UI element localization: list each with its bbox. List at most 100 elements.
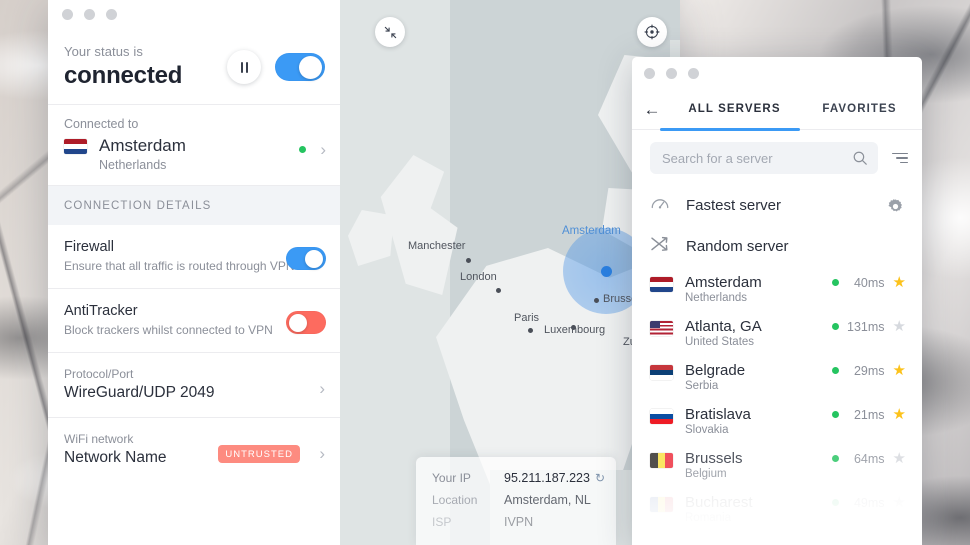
protocol-value: WireGuard/UDP 2049: [64, 384, 215, 401]
toggle-knob: [305, 249, 323, 268]
server-ping: 21ms: [853, 407, 885, 422]
close-button[interactable]: [644, 68, 655, 79]
server-row-brussels[interactable]: Brussels Belgium 64ms ★: [632, 443, 922, 487]
server-status-dot: [831, 367, 839, 374]
world-map[interactable]: Amsterdam Manchester London Paris Brusse…: [340, 0, 680, 545]
server-row-belgrade[interactable]: Belgrade Serbia 29ms ★: [632, 355, 922, 399]
filter-icon[interactable]: [890, 152, 908, 164]
search-box[interactable]: [650, 142, 878, 174]
protocol-label: Protocol/Port: [64, 367, 134, 381]
minimize-button[interactable]: [666, 68, 677, 79]
pause-icon-bar: [245, 61, 248, 73]
option-row-firewall[interactable]: Firewall Ensure that all traffic is rout…: [48, 225, 340, 288]
back-arrow-icon[interactable]: ←: [632, 101, 672, 118]
chevron-right-icon[interactable]: ›: [319, 379, 325, 399]
isp-label: ISP: [432, 515, 452, 529]
server-list-window: ← ALL SERVERS FAVORITES Search for a ser…: [632, 57, 922, 545]
server-city: Atlanta, GA: [685, 318, 762, 335]
section-header-connection-details: CONNECTION DETAILS: [48, 186, 340, 225]
server-status-dot: [831, 455, 839, 462]
desktop-wallpaper: Amsterdam Manchester London Paris Brusse…: [0, 0, 970, 545]
connected-city: Amsterdam: [99, 136, 186, 155]
quick-row-fastest-server[interactable]: Fastest server: [632, 185, 922, 226]
close-button[interactable]: [62, 9, 73, 20]
active-server-label: Amsterdam: [562, 225, 621, 237]
netherlands-flag: [650, 277, 673, 292]
server-ping: 29ms: [853, 363, 885, 378]
locate-icon: [644, 24, 660, 40]
ip-value: 95.211.187.223: [504, 471, 590, 485]
server-tabs: ← ALL SERVERS FAVORITES: [632, 89, 922, 129]
collapse-button[interactable]: [375, 17, 405, 47]
server-row-amsterdam[interactable]: Amsterdam Netherlands 40ms ★: [632, 267, 922, 311]
favorite-star-icon[interactable]: ★: [893, 275, 906, 290]
quick-row-random-server[interactable]: Random server: [632, 226, 922, 267]
favorite-star-icon[interactable]: ★: [893, 451, 906, 466]
favorite-star-icon[interactable]: ★: [893, 363, 906, 378]
favorite-star-icon[interactable]: ★: [893, 319, 906, 334]
tab-favorites[interactable]: FAVORITES: [797, 89, 922, 129]
filter-line: [900, 161, 908, 164]
server-city: Brussels: [685, 450, 743, 467]
chevron-right-icon[interactable]: ›: [319, 444, 325, 464]
server-status-dot: [831, 279, 839, 286]
server-status-dot: [831, 411, 839, 418]
option-row-antitracker[interactable]: AntiTracker Block trackers whilst connec…: [48, 289, 340, 352]
location-value: Amsterdam, NL: [504, 493, 591, 507]
antitracker-toggle[interactable]: [286, 311, 326, 334]
refresh-icon[interactable]: ↻: [595, 471, 605, 485]
ip-info-card: Your IP 95.211.187.223 ↻ Location Amster…: [416, 457, 616, 545]
pause-button[interactable]: [227, 50, 261, 84]
firewall-toggle[interactable]: [286, 247, 326, 270]
ip-row: ISP IVPN: [432, 515, 600, 529]
search-input[interactable]: [662, 150, 852, 166]
server-status-dot: [831, 323, 839, 330]
usa-flag: [650, 321, 673, 336]
minimize-button[interactable]: [84, 9, 95, 20]
netherlands-flag: [64, 138, 87, 154]
server-city: Belgrade: [685, 362, 746, 379]
gear-icon: [888, 199, 902, 212]
fastest-server-label: Fastest server: [686, 197, 782, 214]
location-label: Location: [432, 493, 478, 507]
server-ping: 131ms: [847, 319, 885, 334]
chevron-right-icon[interactable]: ›: [320, 141, 326, 158]
tab-all-servers[interactable]: ALL SERVERS: [672, 89, 797, 129]
city-dot: [466, 258, 471, 263]
filter-line: [892, 152, 908, 155]
protocol-row[interactable]: Protocol/Port WireGuard/UDP 2049 ›: [48, 353, 340, 417]
random-server-label: Random server: [686, 238, 789, 255]
ip-label: Your IP: [432, 471, 471, 485]
server-ping: 40ms: [853, 275, 885, 290]
city-dot: [528, 328, 533, 333]
server-window-titlebar: [632, 57, 922, 89]
slovakia-flag: [650, 409, 673, 424]
server-row-atlanta[interactable]: Atlanta, GA United States 131ms ★: [632, 311, 922, 355]
server-country: Belgium: [685, 468, 727, 480]
vpn-power-toggle[interactable]: [275, 53, 325, 81]
city-label: Paris: [514, 312, 540, 324]
favorite-star-icon[interactable]: ★: [893, 495, 906, 510]
server-country: Slovakia: [685, 424, 729, 436]
main-app-window: Amsterdam Manchester London Paris Brusse…: [48, 0, 680, 545]
maximize-button[interactable]: [688, 68, 699, 79]
wifi-network-row[interactable]: WiFi network Network Name UNTRUSTED ›: [48, 418, 340, 482]
server-country: Romania: [685, 512, 732, 524]
server-window-traffic-lights[interactable]: [644, 68, 699, 79]
search-icon[interactable]: [852, 150, 868, 166]
server-row-bucharest[interactable]: Bucharest Romania 49ms ★: [632, 487, 922, 531]
maximize-button[interactable]: [106, 9, 117, 20]
city-label: Luxembourg: [544, 324, 606, 336]
favorite-star-icon[interactable]: ★: [893, 407, 906, 422]
locate-button[interactable]: [637, 17, 667, 47]
serbia-flag: [650, 365, 673, 380]
connected-to-row[interactable]: Connected to Amsterdam Netherlands ›: [48, 105, 340, 185]
ip-row: Location Amsterdam, NL: [432, 493, 600, 507]
collapse-icon: [384, 26, 396, 38]
window-traffic-lights[interactable]: [62, 9, 117, 20]
romania-flag: [650, 497, 673, 512]
sidebar: Your status is connected Connected to Am…: [48, 0, 340, 545]
toggle-knob: [289, 313, 307, 332]
server-row-bratislava[interactable]: Bratislava Slovakia 21ms ★: [632, 399, 922, 443]
fastest-server-settings-button[interactable]: [887, 198, 904, 220]
